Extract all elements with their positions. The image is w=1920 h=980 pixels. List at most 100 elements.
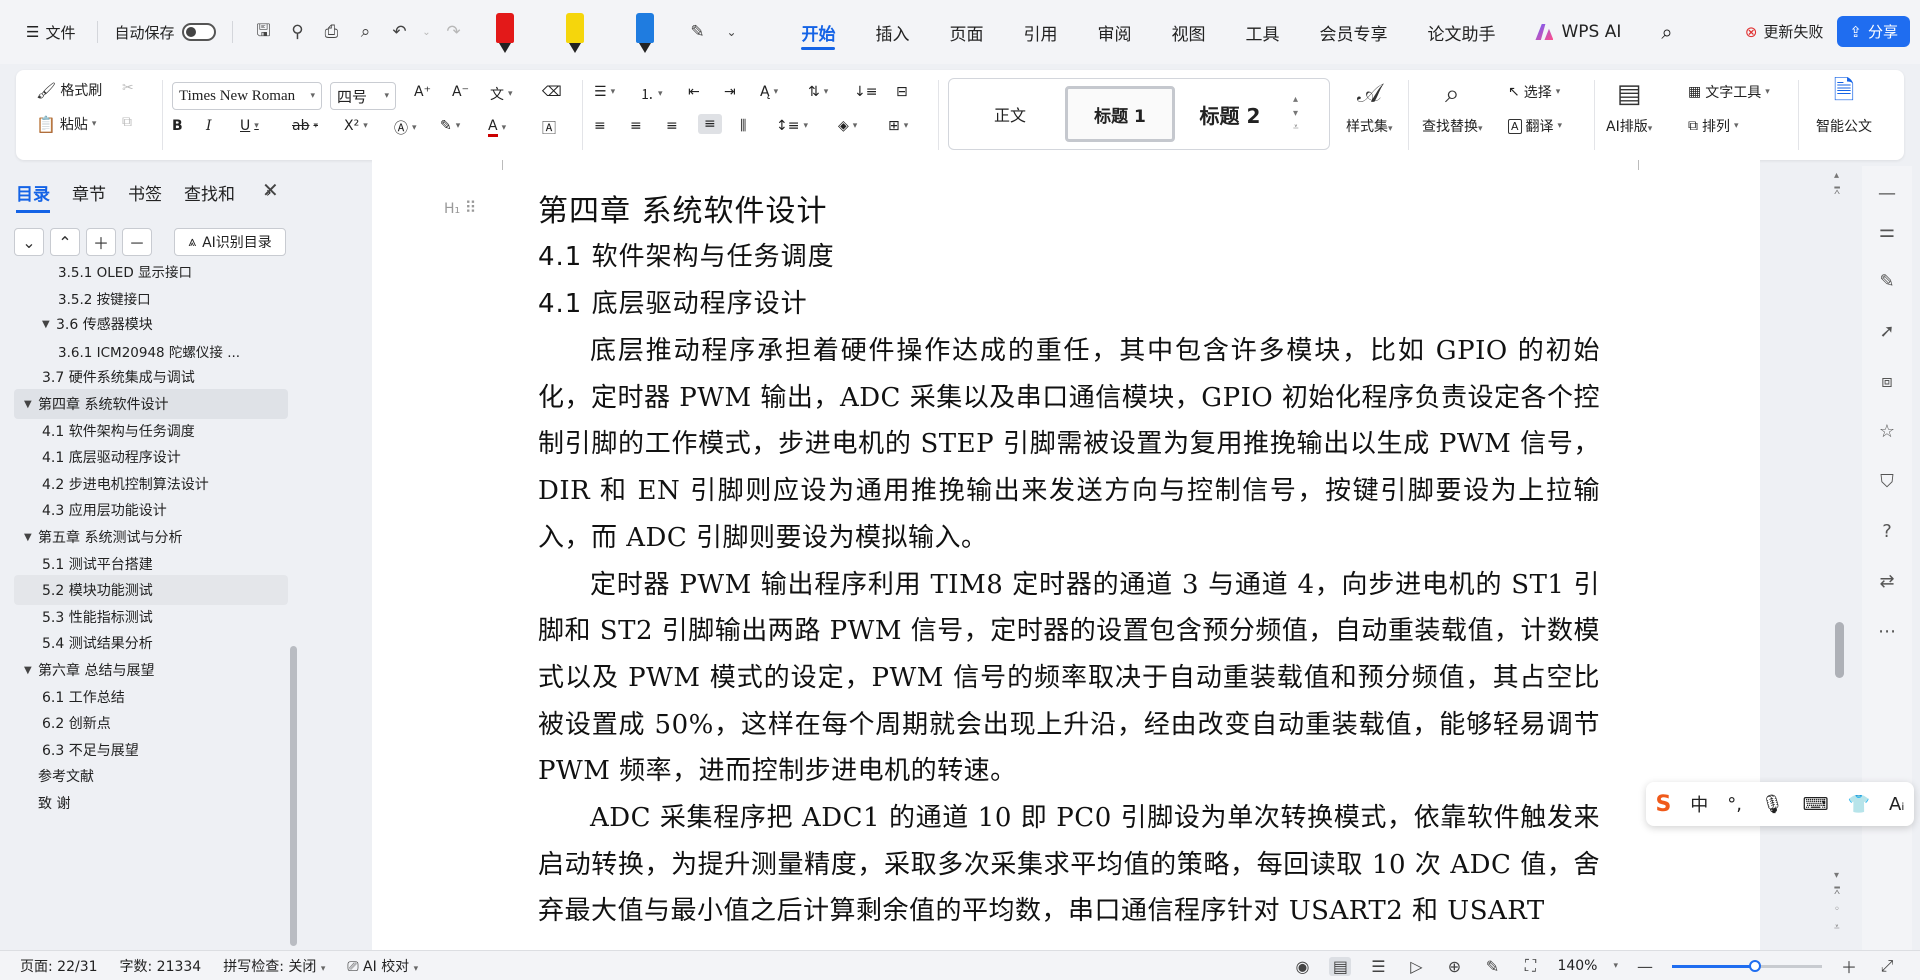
fit-page-icon[interactable]: ⛶ xyxy=(1519,956,1541,976)
tab-insert[interactable]: 插入 xyxy=(855,12,929,52)
smart-doc-button[interactable]: 🗎 智能公文 xyxy=(1816,76,1872,136)
toc-item[interactable]: 4.1 底层驱动程序设计 xyxy=(14,442,288,472)
word-count[interactable]: 字数: 21334 xyxy=(120,956,202,976)
zoom-slider-knob[interactable] xyxy=(1748,959,1761,972)
style-set-button[interactable]: 𝒜 样式集▾ xyxy=(1346,78,1393,136)
body-paragraph[interactable]: 底层推动程序承担着硬件操作达成的重任，其中包含许多模块，比如 GPIO 的初始化… xyxy=(538,328,1600,562)
print-preview-icon[interactable]: ⌕ xyxy=(351,18,379,46)
select-button[interactable]: ↖ 选择 ▾ xyxy=(1508,82,1560,102)
decrease-indent-icon[interactable]: ⇤ xyxy=(688,84,700,100)
tab-tools[interactable]: 工具 xyxy=(1225,12,1299,52)
file-menu[interactable]: ☰ 文件 xyxy=(20,18,81,47)
line-spacing-icon[interactable]: ↕≡ ▾ xyxy=(776,118,808,134)
tab-find[interactable]: 查找和 xyxy=(184,180,244,205)
align-right-icon[interactable]: ≡ xyxy=(666,118,678,134)
style-heading-2[interactable]: 标题 2 xyxy=(1175,86,1285,142)
text-direction-icon[interactable]: Ą ▾ xyxy=(760,84,778,100)
save-icon[interactable]: 🖫 xyxy=(249,18,277,46)
sort-icon[interactable]: ⇅ ▾ xyxy=(808,84,828,100)
document-page[interactable]: H₁ ⠿ 第四章 系统软件设计 4.1 软件架构与任务调度 4.1 底层驱动程序… xyxy=(372,160,1760,950)
tab-chapters[interactable]: 章节 xyxy=(72,180,106,205)
fullscreen-icon[interactable]: ⤢ xyxy=(1876,956,1898,976)
pen-tool-icon[interactable]: ✎ xyxy=(683,18,711,46)
find-replace-button[interactable]: ⌕ 查找替换▾ xyxy=(1422,78,1483,136)
ai-toc-button[interactable]: ⩓ AI识别目录 xyxy=(174,228,286,256)
close-icon[interactable]: ✕ xyxy=(262,178,279,202)
ime-mode-icon[interactable]: 中 xyxy=(1690,791,1708,817)
tab-bookmarks[interactable]: 书签 xyxy=(128,180,162,205)
cursor-icon[interactable]: ➚ xyxy=(1874,318,1900,344)
tab-toc[interactable]: 目录 xyxy=(16,180,50,213)
style-normal[interactable]: 正文 xyxy=(955,86,1065,142)
toc-item[interactable]: 6.1 工作总结 xyxy=(14,682,288,712)
more-icon[interactable]: ⋯ xyxy=(1874,618,1900,644)
share-button[interactable]: ⇪ 分享 xyxy=(1837,16,1910,47)
bold-icon[interactable]: B xyxy=(172,118,183,134)
text-tools-button[interactable]: ▦ 文字工具 ▾ xyxy=(1688,82,1770,102)
document-scrollbar[interactable]: ▴ ⩞ ▾ ⩞ ◦ ⩡ xyxy=(1832,166,1850,950)
search-icon[interactable]: ⌕ xyxy=(1641,12,1692,52)
increase-indent-icon[interactable]: ⇥ xyxy=(724,84,736,100)
tab-references[interactable]: 引用 xyxy=(1003,12,1077,52)
pencil-icon[interactable]: ✎ xyxy=(1874,268,1900,294)
tab-member[interactable]: 会员专享 xyxy=(1299,12,1407,52)
distributed-icon[interactable]: ⫼ xyxy=(740,118,746,134)
punctuation-icon[interactable]: °, xyxy=(1727,794,1742,815)
prev-page-icon[interactable]: ⩞ xyxy=(1834,186,1840,197)
section-heading[interactable]: 4.1 底层驱动程序设计 xyxy=(538,281,1600,328)
chevron-down-icon[interactable]: ⌄ xyxy=(14,228,44,256)
ai-proofread-button[interactable]: ⎚ AI 校对 ▾ xyxy=(347,956,418,976)
zoom-level[interactable]: 140% xyxy=(1557,958,1597,974)
body-paragraph[interactable]: 定时器 PWM 输出程序利用 TIM8 定时器的通道 3 与通道 4，向步进电机… xyxy=(538,562,1600,796)
adjust-sliders-icon[interactable]: ⚌ xyxy=(1874,218,1900,244)
char-border-icon[interactable]: 🄰 xyxy=(542,118,556,138)
drag-handle-icon[interactable]: ⠿ xyxy=(465,198,477,217)
font-name-select[interactable]: Times New Roman ▾ xyxy=(172,82,322,110)
expand-arrow-icon[interactable]: ▼ xyxy=(24,532,38,543)
undo-dropdown-icon[interactable]: ⌄ xyxy=(419,18,433,46)
superscript-icon[interactable]: X² ▾ xyxy=(344,118,368,134)
toc-item[interactable]: 3.6.1 ICM20948 陀螺仪接 ... xyxy=(14,336,288,366)
print-icon[interactable]: ⎙ xyxy=(317,18,345,46)
toc-item[interactable]: ▼ 第五章 系统测试与分析 xyxy=(14,522,288,552)
share-link-icon[interactable]: ⚲ xyxy=(283,18,311,46)
translate-button[interactable]: A 翻译 ▾ xyxy=(1508,116,1562,136)
tab-home[interactable]: 开始 xyxy=(781,12,855,52)
tab-view[interactable]: 视图 xyxy=(1151,12,1225,52)
shrink-font-icon[interactable]: A⁻ xyxy=(452,84,469,100)
clear-format-icon[interactable]: ⌫ xyxy=(542,84,562,100)
heading-level-marker[interactable]: H₁ ⠿ xyxy=(444,198,476,217)
shading-icon[interactable]: ◈ ▾ xyxy=(838,118,857,134)
microphone-icon[interactable]: 🎙 xyxy=(1761,794,1784,815)
align-center-icon[interactable]: ≡ xyxy=(630,118,642,134)
line-sort-icon[interactable]: ↓≡ xyxy=(854,84,877,100)
toc-item[interactable]: 4.2 步进电机控制算法设计 xyxy=(14,469,288,499)
autosave-control[interactable]: 自动保存 xyxy=(114,22,217,43)
grow-font-icon[interactable]: A⁺ xyxy=(414,84,431,100)
chapter-heading[interactable]: 第四章 系统软件设计 xyxy=(538,190,1600,234)
ai-layout-button[interactable]: ▤ AI排版▾ xyxy=(1606,78,1652,136)
numbered-list-icon[interactable]: ⒈ ▾ xyxy=(640,84,663,104)
toc-item[interactable]: 4.1 软件架构与任务调度 xyxy=(14,416,288,446)
expand-arrow-icon[interactable]: ▼ xyxy=(24,399,38,410)
toc-item[interactable]: 参考文献 xyxy=(14,761,288,791)
play-icon[interactable]: ▷ xyxy=(1405,957,1427,976)
toc-item[interactable]: 5.3 性能指标测试 xyxy=(14,602,288,632)
toc-item[interactable]: 致 谢 xyxy=(14,788,288,818)
next-page-icon[interactable]: ⩡ xyxy=(1834,922,1840,933)
font-size-select[interactable]: 四号 ▾ xyxy=(330,82,396,110)
autosave-toggle[interactable] xyxy=(182,23,217,41)
plus-icon[interactable]: ＋ xyxy=(86,228,116,256)
toc-item[interactable]: ▼ 3.6 传感器模块 xyxy=(14,309,288,339)
highlight-icon[interactable]: ✎ ▾ xyxy=(440,118,460,134)
style-heading-1[interactable]: 标题 1 xyxy=(1065,86,1175,142)
skin-icon[interactable]: 👕 xyxy=(1848,794,1870,815)
arrange-button[interactable]: ⧉ 排列 ▾ xyxy=(1688,116,1739,136)
keyboard-icon[interactable]: ⌨ xyxy=(1803,794,1829,815)
annotate-icon[interactable]: ✎ xyxy=(1481,957,1503,976)
tab-wps-ai[interactable]: WPS AI xyxy=(1515,12,1641,52)
borders-icon[interactable]: ⊞ ▾ xyxy=(888,118,908,134)
red-pen-icon[interactable] xyxy=(473,7,537,57)
help-icon[interactable]: ? xyxy=(1874,518,1900,544)
expand-arrow-icon[interactable]: ▼ xyxy=(24,665,38,676)
